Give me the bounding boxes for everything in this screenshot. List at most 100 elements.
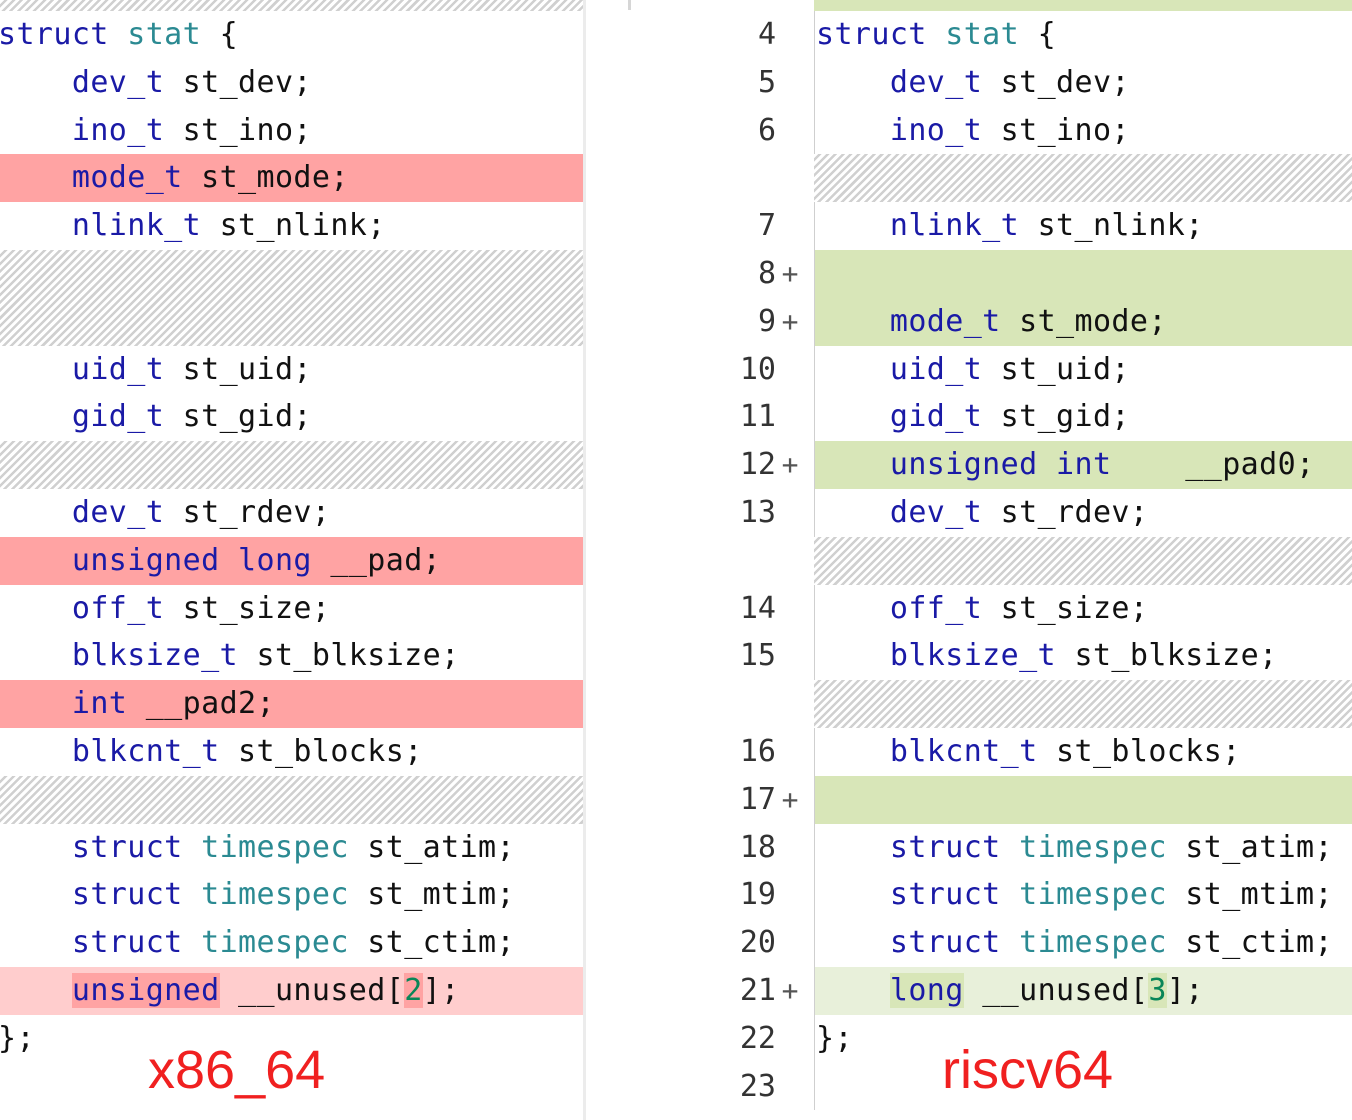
added-line-marker: +	[781, 448, 799, 482]
code-keyword: unsigned	[889, 447, 1038, 483]
code-keyword: mode_t	[889, 303, 1001, 339]
left-pane-border	[583, 0, 586, 1120]
code-line[interactable]: blksize_t st_blksize;	[0, 632, 584, 680]
code-punctuation: ;	[1129, 590, 1149, 626]
code-type: timespec	[1019, 925, 1167, 961]
code-line[interactable]: 13 dev_t st_rdev;	[670, 489, 1352, 537]
gutter-separator	[814, 441, 815, 489]
code-line[interactable]: dev_t st_dev;	[0, 59, 584, 107]
code-line[interactable]: 19 struct timespec st_mtim;	[670, 871, 1352, 920]
code-text: struct timespec st_mtim;	[0, 871, 584, 919]
code-line[interactable]: struct timespec st_mtim;	[0, 871, 584, 919]
right-diff-pane[interactable]: 4 struct stat {5 dev_t st_dev; 6 ino_t st_…	[670, 0, 1352, 1120]
deleted-code-line[interactable]: mode_t st_mode;	[0, 154, 584, 203]
diff-filler-row[interactable]	[0, 775, 584, 824]
code-line[interactable]: nlink_t st_nlink;	[0, 202, 584, 250]
added-code-line[interactable]: 12 + unsigned int __pad0;	[670, 441, 1352, 489]
code-punctuation: ;	[1314, 877, 1333, 913]
code-punctuation: ;	[1314, 829, 1333, 865]
code-text: gid_t st_gid;	[816, 393, 1352, 441]
code-line[interactable]: 20 struct timespec st_ctim;	[670, 919, 1352, 967]
code-type: timespec	[201, 829, 349, 865]
code-line[interactable]: struct timespec st_atim;	[0, 824, 584, 872]
gutter-separator	[814, 58, 815, 107]
line-number: 11	[739, 399, 776, 435]
code-line[interactable]: 10 uid_t st_uid;	[670, 345, 1352, 394]
code-line[interactable]: 7 nlink_t st_nlink;	[670, 202, 1352, 250]
deleted-code-line[interactable]: unsigned __unused[2];	[0, 967, 584, 1015]
code-line[interactable]: 11 gid_t st_gid;	[670, 393, 1352, 442]
code-identifier: st_nlink	[1037, 208, 1186, 244]
code-text: struct stat {	[816, 11, 1352, 59]
code-line[interactable]: off_t st_size;	[0, 585, 584, 633]
diff-filler-row[interactable]	[0, 441, 584, 489]
code-punctuation: ;	[496, 877, 515, 913]
code-keyword: struct	[889, 829, 1001, 865]
line-number: 16	[739, 734, 776, 769]
left-diff-pane[interactable]: struct stat { dev_t st_dev; ino_t st_ino…	[0, 0, 586, 1120]
code-identifier: st_mtim	[367, 877, 497, 913]
added-line-marker: +	[781, 974, 799, 1007]
code-text: struct timespec st_atim;	[816, 824, 1352, 872]
line-number: 19	[739, 877, 776, 913]
diff-filler-row[interactable]	[670, 680, 1352, 728]
code-identifier: st_gid	[1000, 399, 1112, 435]
added-code-line[interactable]: 9 + mode_t st_mode;	[670, 297, 1352, 346]
added-code-line[interactable]: 17 +	[670, 775, 1352, 824]
code-identifier: st_blocks	[238, 734, 405, 769]
code-punctuation: ;	[1129, 495, 1149, 530]
code-keyword: uid_t	[889, 351, 983, 387]
line-number: 18	[739, 829, 776, 865]
code-line[interactable]: 14 off_t st_size;	[670, 584, 1352, 633]
line-number: 9	[757, 303, 776, 339]
diff-filler-row[interactable]	[0, 250, 584, 346]
code-identifier: __pad2	[145, 686, 257, 722]
code-identifier: st_size	[1000, 590, 1130, 626]
code-line[interactable]: gid_t st_gid;	[0, 393, 584, 441]
code-line[interactable]: ino_t st_ino;	[0, 107, 584, 155]
code-line[interactable]: uid_t st_uid;	[0, 346, 584, 394]
added-code-line[interactable]: 21 + long __unused[3];	[670, 967, 1352, 1015]
deleted-code-line[interactable]: int __pad2;	[0, 680, 584, 728]
diff-filler-row[interactable]	[670, 154, 1352, 203]
code-line[interactable]: 18 struct timespec st_atim;	[670, 823, 1352, 872]
code-line[interactable]: 16 blkcnt_t st_blocks;	[670, 728, 1352, 776]
code-line[interactable]: struct stat {	[0, 11, 584, 59]
added-code-line[interactable]: 8 +	[670, 250, 1352, 298]
code-line[interactable]: dev_t st_rdev;	[0, 489, 584, 537]
gutter-separator	[814, 106, 815, 155]
code-identifier: st_rdev	[1000, 495, 1130, 530]
diff-filler-row[interactable]	[670, 536, 1352, 585]
code-punctuation: ;	[441, 638, 460, 674]
code-line[interactable]: blkcnt_t st_blocks;	[0, 728, 584, 776]
code-line[interactable]: struct timespec st_ctim;	[0, 919, 584, 967]
code-punctuation: [	[1129, 973, 1149, 1008]
code-punctuation: ;	[293, 351, 312, 387]
code-line[interactable]: 6 ino_t st_ino;	[670, 106, 1352, 155]
code-line[interactable]: 4 struct stat {	[670, 11, 1352, 59]
code-text: off_t st_size;	[0, 585, 584, 633]
code-line[interactable]: 5 dev_t st_dev;	[670, 58, 1352, 107]
code-keyword: off_t	[71, 590, 165, 626]
gutter-separator	[814, 728, 815, 776]
deleted-code-line[interactable]: unsigned long __pad;	[0, 536, 584, 585]
code-line[interactable]: 15 blksize_t st_blksize;	[670, 632, 1352, 681]
